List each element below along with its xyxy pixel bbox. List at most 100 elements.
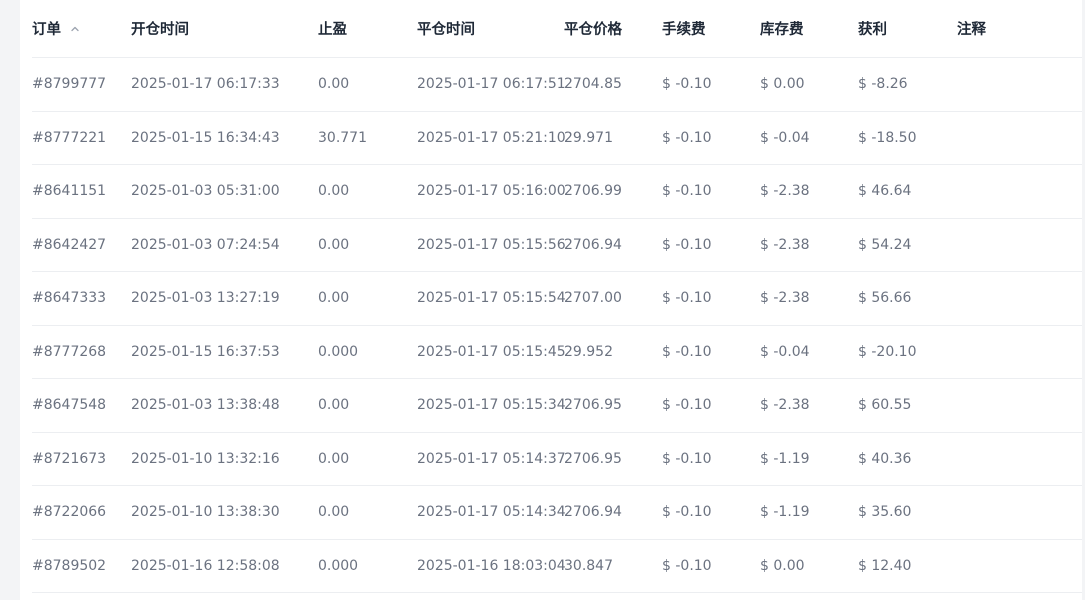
commission-cell: $ -0.10 xyxy=(662,397,712,414)
column-header-take-profit[interactable]: 止盈 xyxy=(318,0,347,57)
order-cell[interactable]: #8647333 xyxy=(32,272,106,325)
table-row[interactable]: #8642427 2025-01-03 07:24:54 0.00 2025-01-1… xyxy=(32,219,1082,272)
table-row[interactable]: #8722066 2025-01-10 13:38:30 0.00 2025-01-1… xyxy=(32,486,1082,540)
take-profit-cell: 30.771 xyxy=(318,129,367,146)
close-time-cell: 2025-01-17 05:21:10 xyxy=(417,129,566,146)
close-price-cell: 2706.94 xyxy=(564,236,622,253)
swap-cell: $ -2.38 xyxy=(760,290,810,307)
order-cell[interactable]: #8799777 xyxy=(32,58,106,111)
close-time-cell: 2025-01-16 18:03:04 xyxy=(417,557,566,574)
table-row[interactable]: #8799777 2025-01-17 06:17:33 0.00 2025-01-1… xyxy=(32,58,1082,112)
swap-cell: $ -2.38 xyxy=(760,397,810,414)
close-price-cell: 2706.95 xyxy=(564,450,622,467)
swap-cell: $ -1.19 xyxy=(760,504,810,521)
column-header-open-time[interactable]: 开仓时间 xyxy=(131,0,189,57)
table-body: #8799777 2025-01-17 06:17:33 0.00 2025-01-1… xyxy=(32,58,1082,593)
take-profit-cell: 0.000 xyxy=(318,557,359,574)
commission-cell: $ -0.10 xyxy=(662,236,712,253)
close-price-cell: 2707.00 xyxy=(564,290,622,307)
column-header-close-price[interactable]: 平仓价格 xyxy=(564,0,622,57)
profit-cell: $ -18.50 xyxy=(858,129,917,146)
trade-history-page: 订单 开仓时间 止盈 平仓时间 平仓价格 手续费 库存费 获利 注释 #8799… xyxy=(0,0,1085,600)
open-time-cell: 2025-01-17 06:17:33 xyxy=(131,76,280,93)
commission-cell: $ -0.10 xyxy=(662,557,712,574)
profit-cell: $ 60.55 xyxy=(858,397,912,414)
open-time-cell: 2025-01-10 13:32:16 xyxy=(131,450,280,467)
order-cell[interactable]: #8722066 xyxy=(32,486,106,539)
table-row[interactable]: #8789502 2025-01-16 12:58:08 0.000 2025-01-… xyxy=(32,540,1082,593)
order-cell[interactable]: #8721673 xyxy=(32,433,106,486)
take-profit-cell: 0.00 xyxy=(318,183,350,200)
commission-cell: $ -0.10 xyxy=(662,504,712,521)
profit-cell: $ -8.26 xyxy=(858,76,908,93)
table-row[interactable]: #8647548 2025-01-03 13:38:48 0.00 2025-01-1… xyxy=(32,379,1082,433)
column-header-note[interactable]: 注释 xyxy=(957,0,986,57)
order-cell[interactable]: #8777221 xyxy=(32,112,106,165)
profit-cell: $ 12.40 xyxy=(858,557,912,574)
profit-cell: $ 35.60 xyxy=(858,504,912,521)
open-time-cell: 2025-01-03 05:31:00 xyxy=(131,183,280,200)
order-cell[interactable]: #8777268 xyxy=(32,326,106,379)
profit-cell: $ 54.24 xyxy=(858,236,912,253)
open-time-cell: 2025-01-10 13:38:30 xyxy=(131,504,280,521)
column-header-close-time[interactable]: 平仓时间 xyxy=(417,0,475,57)
chevron-up-icon[interactable] xyxy=(69,23,81,35)
take-profit-cell: 0.00 xyxy=(318,236,350,253)
close-price-cell: 2704.85 xyxy=(564,76,622,93)
swap-cell: $ -0.04 xyxy=(760,129,810,146)
take-profit-cell: 0.00 xyxy=(318,450,350,467)
table-row[interactable]: #8641151 2025-01-03 05:31:00 0.00 2025-01-1… xyxy=(32,165,1082,219)
close-time-cell: 2025-01-17 05:14:37 xyxy=(417,450,566,467)
close-price-cell: 30.847 xyxy=(564,557,613,574)
column-header-order[interactable]: 订单 xyxy=(32,0,81,57)
take-profit-cell: 0.00 xyxy=(318,76,350,93)
commission-cell: $ -0.10 xyxy=(662,129,712,146)
swap-cell: $ -2.38 xyxy=(760,236,810,253)
open-time-cell: 2025-01-03 13:38:48 xyxy=(131,397,280,414)
close-time-cell: 2025-01-17 05:15:45 xyxy=(417,343,566,360)
order-cell[interactable]: #8789502 xyxy=(32,540,106,593)
close-price-cell: 2706.95 xyxy=(564,397,622,414)
commission-cell: $ -0.10 xyxy=(662,76,712,93)
swap-cell: $ -1.19 xyxy=(760,450,810,467)
commission-cell: $ -0.10 xyxy=(662,290,712,307)
profit-cell: $ 56.66 xyxy=(858,290,912,307)
commission-cell: $ -0.10 xyxy=(662,450,712,467)
order-cell[interactable]: #8641151 xyxy=(32,165,106,218)
open-time-cell: 2025-01-15 16:37:53 xyxy=(131,343,280,360)
close-price-cell: 29.971 xyxy=(564,129,613,146)
open-time-cell: 2025-01-16 12:58:08 xyxy=(131,557,280,574)
table-row[interactable]: #8721673 2025-01-10 13:32:16 0.00 2025-01-1… xyxy=(32,433,1082,486)
close-time-cell: 2025-01-17 05:16:00 xyxy=(417,183,566,200)
column-header-profit[interactable]: 获利 xyxy=(858,0,887,57)
column-header-commission[interactable]: 手续费 xyxy=(662,0,706,57)
swap-cell: $ -0.04 xyxy=(760,343,810,360)
profit-cell: $ -20.10 xyxy=(858,343,917,360)
close-time-cell: 2025-01-17 06:17:51 xyxy=(417,76,566,93)
table-row[interactable]: #8647333 2025-01-03 13:27:19 0.00 2025-01-1… xyxy=(32,272,1082,326)
swap-cell: $ 0.00 xyxy=(760,76,805,93)
close-time-cell: 2025-01-17 05:14:34 xyxy=(417,504,566,521)
close-time-cell: 2025-01-17 05:15:34 xyxy=(417,397,566,414)
open-time-cell: 2025-01-03 13:27:19 xyxy=(131,290,280,307)
table-header-row: 订单 开仓时间 止盈 平仓时间 平仓价格 手续费 库存费 获利 注释 xyxy=(32,0,1082,58)
open-time-cell: 2025-01-03 07:24:54 xyxy=(131,236,280,253)
close-price-cell: 29.952 xyxy=(564,343,613,360)
open-time-cell: 2025-01-15 16:34:43 xyxy=(131,129,280,146)
table-row[interactable]: #8777268 2025-01-15 16:37:53 0.000 2025-01-… xyxy=(32,326,1082,379)
trade-history-table: 订单 开仓时间 止盈 平仓时间 平仓价格 手续费 库存费 获利 注释 #8799… xyxy=(32,0,1082,593)
take-profit-cell: 0.00 xyxy=(318,504,350,521)
close-time-cell: 2025-01-17 05:15:54 xyxy=(417,290,566,307)
close-price-cell: 2706.94 xyxy=(564,504,622,521)
take-profit-cell: 0.00 xyxy=(318,397,350,414)
column-header-swap[interactable]: 库存费 xyxy=(760,0,804,57)
commission-cell: $ -0.10 xyxy=(662,183,712,200)
swap-cell: $ 0.00 xyxy=(760,557,805,574)
order-cell[interactable]: #8642427 xyxy=(32,219,106,272)
order-cell[interactable]: #8647548 xyxy=(32,379,106,432)
left-panel-strip xyxy=(0,0,20,600)
column-header-label: 订单 xyxy=(32,22,61,38)
table-row[interactable]: #8777221 2025-01-15 16:34:43 30.771 2025-01… xyxy=(32,112,1082,165)
take-profit-cell: 0.000 xyxy=(318,343,359,360)
take-profit-cell: 0.00 xyxy=(318,290,350,307)
